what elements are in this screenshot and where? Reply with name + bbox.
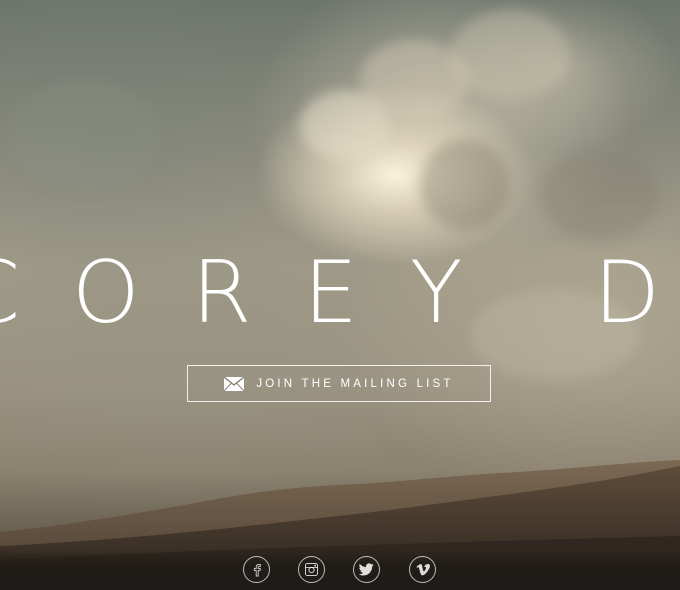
hero-section: COREY DANKS JOIN THE MAILING LIST: [0, 0, 680, 590]
social-links: [0, 556, 680, 586]
cloud: [540, 150, 660, 240]
instagram-link[interactable]: [298, 556, 325, 583]
envelope-icon: [223, 375, 245, 391]
facebook-icon: [250, 563, 264, 577]
join-mailing-list-button[interactable]: JOIN THE MAILING LIST: [187, 365, 491, 402]
twitter-link[interactable]: [353, 556, 380, 583]
facebook-link[interactable]: [243, 556, 270, 583]
cloud: [420, 140, 510, 230]
page-title: COREY DANKS: [0, 248, 680, 338]
mailing-button-label: JOIN THE MAILING LIST: [256, 377, 454, 390]
twitter-icon: [359, 563, 374, 576]
instagram-icon: [304, 562, 319, 577]
cloud: [450, 10, 570, 100]
vimeo-link[interactable]: [409, 556, 436, 583]
cloud: [10, 80, 160, 190]
vimeo-icon: [415, 563, 430, 576]
